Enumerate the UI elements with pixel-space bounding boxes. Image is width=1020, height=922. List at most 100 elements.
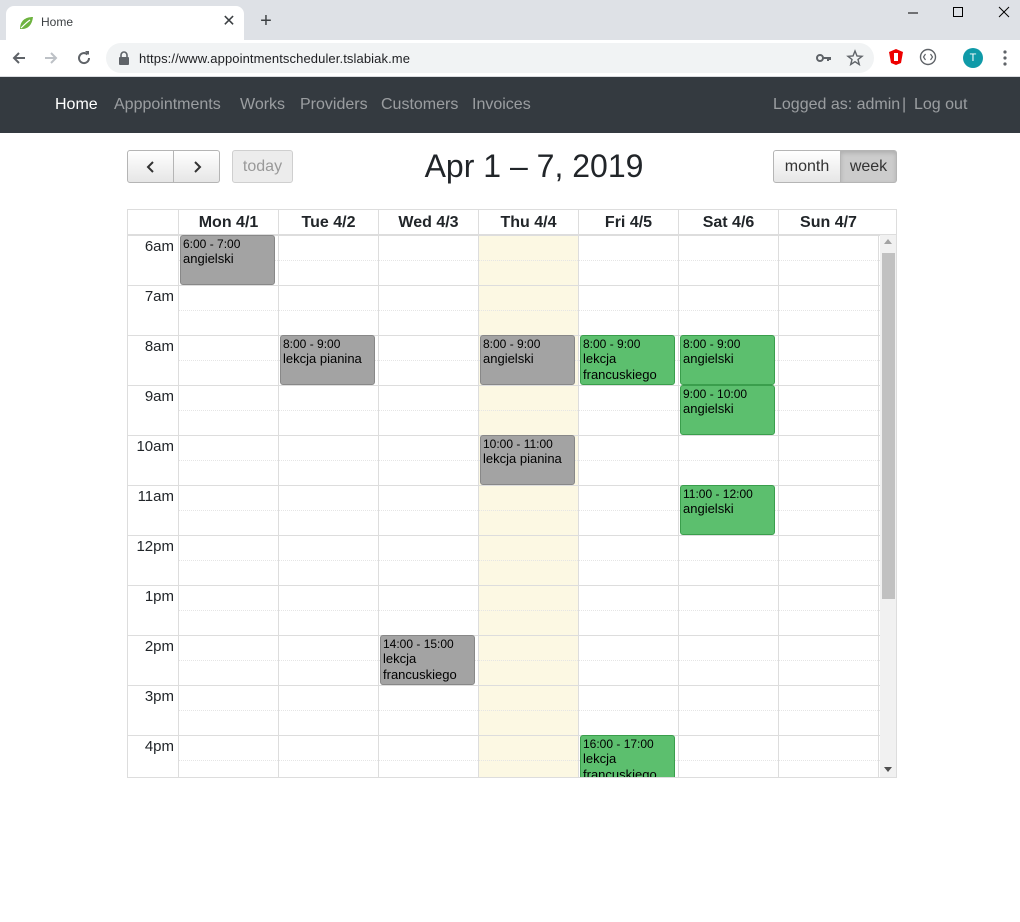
browser-toolbar: https://www.appointmentscheduler.tslabia…	[0, 40, 1020, 77]
nav-home[interactable]: Home	[55, 96, 98, 114]
event-title: lekcja pianina	[483, 451, 562, 466]
avatar[interactable]: T	[963, 48, 983, 68]
half-hour-line	[178, 610, 880, 611]
calendar-event[interactable]: 11:00 - 12:00 angielski	[680, 485, 775, 535]
event-time: 16:00 - 17:00	[583, 737, 654, 751]
nav-appointments[interactable]: Apppointments	[114, 96, 221, 114]
today-button[interactable]: today	[232, 150, 293, 183]
calendar-event[interactable]: 8:00 - 9:00 angielski	[480, 335, 575, 385]
close-window-icon[interactable]	[993, 4, 1015, 22]
event-title: angielski	[683, 351, 734, 366]
nav-customers[interactable]: Customers	[381, 96, 458, 114]
day-header: Sat 4/6	[678, 210, 778, 235]
time-label: 7am	[144, 288, 174, 305]
time-label: 12pm	[136, 538, 174, 555]
day-column-line	[178, 235, 179, 777]
today-group: today	[232, 150, 293, 183]
nav-separator: |	[902, 96, 907, 113]
hour-line	[128, 535, 880, 536]
prev-button[interactable]	[127, 150, 174, 183]
calendar-event[interactable]: 8:00 - 9:00 lekcja francuskiego	[580, 335, 675, 385]
day-header: Sun 4/7	[778, 210, 878, 235]
half-hour-line	[178, 560, 880, 561]
reload-icon[interactable]	[75, 49, 93, 67]
day-header-row: Mon 4/1 Tue 4/2 Wed 4/3 Thu 4/4 Fri 4/5 Sat 4…	[128, 210, 896, 235]
hour-line	[128, 685, 880, 686]
day-column-line	[478, 235, 479, 777]
chevron-left-icon	[146, 160, 154, 173]
app-navbar: Home Apppointments Works Providers Custo…	[0, 77, 1020, 133]
calendar-event[interactable]: 10:00 - 11:00 lekcja pianina	[480, 435, 575, 485]
nav-providers[interactable]: Providers	[300, 96, 368, 114]
close-icon[interactable]: ✕	[220, 13, 238, 31]
day-header: Tue 4/2	[278, 210, 378, 235]
half-hour-line	[178, 260, 880, 261]
calendar-scrollbar[interactable]	[880, 235, 896, 777]
event-title: angielski	[183, 251, 234, 266]
half-hour-line	[178, 660, 880, 661]
event-title: angielski	[683, 401, 734, 416]
extension-icon[interactable]	[887, 48, 905, 66]
today-column-highlight	[478, 235, 578, 777]
key-icon[interactable]	[816, 51, 832, 65]
day-column-line	[578, 235, 579, 777]
menu-icon[interactable]	[998, 49, 1012, 67]
day-column-line	[778, 235, 779, 777]
day-column-line	[278, 235, 279, 777]
tab-title: Home	[41, 15, 74, 29]
hour-line	[128, 285, 880, 286]
calendar-event[interactable]: 6:00 - 7:00 angielski	[180, 235, 275, 285]
next-button[interactable]	[174, 150, 220, 183]
time-label: 6am	[144, 238, 174, 255]
url-text: https://www.appointmentscheduler.tslabia…	[139, 51, 411, 66]
time-label: 8am	[144, 338, 174, 355]
calendar-event[interactable]: 8:00 - 9:00 angielski	[680, 335, 775, 385]
nav-invoices[interactable]: Invoices	[472, 96, 531, 114]
star-icon[interactable]	[846, 49, 864, 67]
event-time: 8:00 - 9:00	[683, 337, 741, 351]
day-column-line	[378, 235, 379, 777]
month-view-button[interactable]: month	[773, 150, 841, 183]
week-view-button[interactable]: week	[841, 150, 897, 183]
time-label: 1pm	[144, 588, 174, 605]
extension-icon[interactable]	[919, 48, 937, 66]
scroll-down-arrow-icon[interactable]	[884, 767, 892, 772]
half-hour-line	[178, 710, 880, 711]
event-title: angielski	[483, 351, 534, 366]
event-time: 14:00 - 15:00	[383, 637, 454, 651]
day-header: Mon 4/1	[178, 210, 278, 235]
time-label: 3pm	[144, 688, 174, 705]
half-hour-line	[178, 310, 880, 311]
time-label: 4pm	[144, 738, 174, 755]
event-title: lekcja pianina	[283, 351, 362, 366]
browser-tabstrip: Home ✕ +	[0, 0, 1020, 40]
lock-icon	[119, 51, 129, 65]
time-label: 2pm	[144, 638, 174, 655]
nav-works[interactable]: Works	[240, 96, 285, 114]
event-time: 10:00 - 11:00	[483, 437, 553, 451]
calendar-event[interactable]: 9:00 - 10:00 angielski	[680, 385, 775, 435]
time-label: 9am	[144, 388, 174, 405]
view-switcher: month week	[773, 150, 897, 183]
forward-icon[interactable]	[42, 49, 60, 67]
calendar-event[interactable]: 14:00 - 15:00 lekcja francuskiego	[380, 635, 475, 685]
day-header: Thu 4/4	[478, 210, 578, 235]
hour-line	[128, 585, 880, 586]
time-label: 11am	[137, 488, 174, 505]
event-title: lekcja francuskiego	[583, 751, 657, 778]
calendar-event[interactable]: 16:00 - 17:00 lekcja francuskiego	[580, 735, 675, 778]
maximize-icon[interactable]	[947, 4, 969, 22]
plus-icon[interactable]: +	[256, 11, 276, 31]
minimize-icon[interactable]	[902, 4, 924, 22]
browser-tab[interactable]: Home ✕	[6, 6, 244, 40]
address-bar[interactable]: https://www.appointmentscheduler.tslabia…	[106, 43, 874, 73]
spring-leaf-icon	[20, 17, 33, 29]
time-label: 10am	[136, 438, 174, 455]
scroll-up-arrow-icon[interactable]	[884, 239, 892, 244]
calendar-event[interactable]: 8:00 - 9:00 lekcja pianina	[280, 335, 375, 385]
day-header: Fri 4/5	[578, 210, 678, 235]
day-header: Wed 4/3	[378, 210, 478, 235]
nav-logout[interactable]: Log out	[914, 96, 967, 114]
scroll-thumb[interactable]	[882, 253, 895, 599]
back-icon[interactable]	[10, 49, 28, 67]
